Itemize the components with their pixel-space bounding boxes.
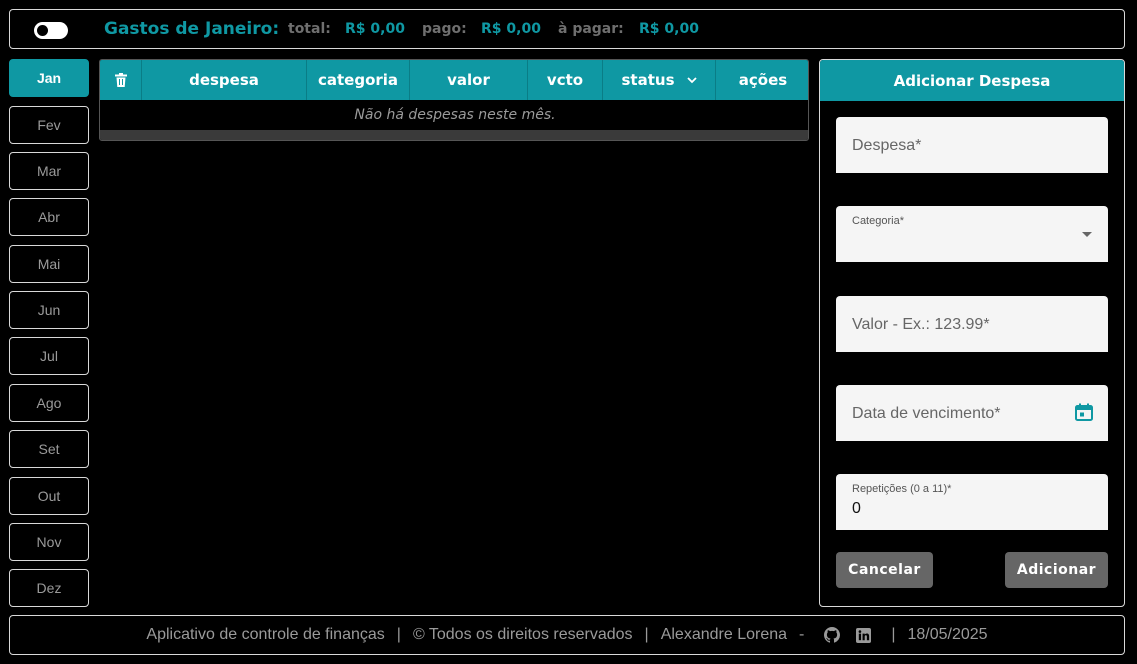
total-label: total: bbox=[288, 21, 331, 37]
add-button[interactable]: Adicionar bbox=[1005, 552, 1108, 588]
month-button-ago[interactable]: Ago bbox=[9, 384, 89, 422]
header-bar: Gastos de Janeiro: total: R$ 0,00 pago: … bbox=[9, 9, 1125, 49]
due-date-input[interactable]: Data de vencimento* bbox=[836, 385, 1108, 441]
empty-table-message: Não há despesas neste mês. bbox=[354, 107, 556, 123]
dropdown-arrow-icon bbox=[1082, 232, 1092, 237]
month-button-abr[interactable]: Abr bbox=[9, 198, 89, 236]
github-icon[interactable] bbox=[824, 627, 841, 643]
table-header: despesa categoria valor vcto status açõe… bbox=[100, 60, 808, 100]
month-button-dez[interactable]: Dez bbox=[9, 569, 89, 607]
value-input[interactable]: Valor - Ex.: 123.99* bbox=[836, 296, 1108, 352]
chevron-down-icon bbox=[686, 77, 697, 84]
paid-label: pago: bbox=[422, 21, 467, 37]
month-button-out[interactable]: Out bbox=[9, 477, 89, 515]
theme-toggle[interactable] bbox=[34, 22, 68, 39]
month-button-fev[interactable]: Fev bbox=[9, 106, 89, 144]
calendar-icon[interactable] bbox=[1074, 402, 1094, 422]
trash-icon bbox=[114, 73, 127, 87]
month-button-set[interactable]: Set bbox=[9, 430, 89, 468]
expenses-table: despesa categoria valor vcto status açõe… bbox=[99, 59, 809, 141]
footer-separator: | bbox=[891, 626, 896, 643]
cancel-button[interactable]: Cancelar bbox=[836, 552, 933, 588]
month-button-jun[interactable]: Jun bbox=[9, 291, 89, 329]
column-header-vcto[interactable]: vcto bbox=[528, 60, 603, 100]
footer-separator: | bbox=[396, 626, 401, 643]
footer-author: Alexandre Lorena bbox=[660, 626, 788, 643]
linkedin-icon[interactable] bbox=[856, 627, 872, 643]
table-scrollbar[interactable] bbox=[100, 130, 808, 140]
footer-dash: - bbox=[799, 626, 805, 643]
month-button-mai[interactable]: Mai bbox=[9, 245, 89, 283]
value-placeholder: Valor - Ex.: 123.99* bbox=[852, 316, 990, 333]
footer: Aplicativo de controle de finanças | © T… bbox=[9, 615, 1125, 655]
add-expense-panel: Adicionar Despesa Despesa* Categoria* Va… bbox=[819, 59, 1125, 607]
total-value: R$ 0,00 bbox=[345, 21, 405, 37]
month-button-mar[interactable]: Mar bbox=[9, 152, 89, 190]
repetitions-value: 0 bbox=[852, 500, 861, 517]
column-header-acoes: ações bbox=[738, 71, 788, 89]
form-title: Adicionar Despesa bbox=[820, 60, 1124, 101]
page-title: Gastos de Janeiro: bbox=[104, 19, 280, 39]
toggle-knob bbox=[37, 25, 48, 36]
column-header-valor[interactable]: valor bbox=[410, 60, 528, 100]
delete-all-button[interactable] bbox=[100, 60, 142, 100]
column-header-status-cell[interactable]: status bbox=[603, 60, 716, 100]
category-select[interactable]: Categoria* bbox=[836, 206, 1108, 262]
footer-app-text: Aplicativo de controle de finanças bbox=[146, 626, 385, 643]
repetitions-label: Repetições (0 a 11)* bbox=[852, 483, 952, 495]
footer-date: 18/05/2025 bbox=[907, 626, 988, 643]
topay-label: à pagar: bbox=[558, 21, 624, 37]
due-date-placeholder: Data de vencimento* bbox=[852, 405, 1001, 422]
topay-value: R$ 0,00 bbox=[639, 21, 699, 37]
month-button-jul[interactable]: Jul bbox=[9, 337, 89, 375]
column-header-categoria[interactable]: categoria bbox=[307, 60, 410, 100]
repetitions-input[interactable]: Repetições (0 a 11)* 0 bbox=[836, 474, 1108, 530]
footer-rights-text: © Todos os direitos reservados bbox=[412, 626, 633, 643]
month-button-jan[interactable]: Jan bbox=[9, 59, 89, 97]
expense-placeholder: Despesa* bbox=[852, 137, 922, 154]
month-button-nov[interactable]: Nov bbox=[9, 523, 89, 561]
footer-separator: | bbox=[644, 626, 649, 643]
expense-input[interactable]: Despesa* bbox=[836, 117, 1108, 173]
paid-value: R$ 0,00 bbox=[481, 21, 541, 37]
column-header-despesa[interactable]: despesa bbox=[142, 60, 307, 100]
category-label: Categoria* bbox=[852, 215, 904, 227]
column-header-status: status bbox=[621, 71, 675, 89]
